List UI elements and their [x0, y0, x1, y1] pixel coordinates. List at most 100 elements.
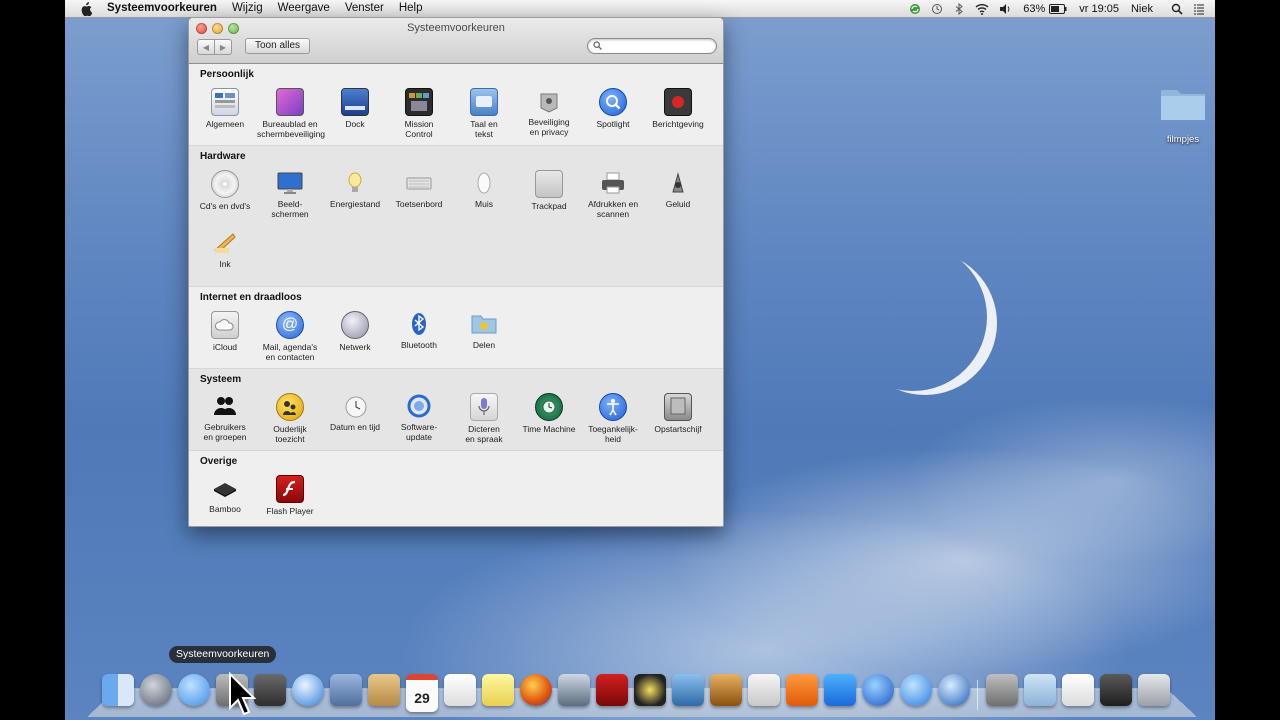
pane-beveiliging[interactable]: Beveiliging en privacy	[516, 88, 582, 137]
pane-toetsenbord[interactable]: Toetsenbord	[386, 170, 452, 209]
section-internet: Internet en draadloos iCloud @ Mail, age…	[189, 287, 723, 369]
wifi-icon[interactable]	[975, 3, 989, 15]
sync-icon[interactable]	[909, 3, 921, 15]
document-icon[interactable]	[1062, 674, 1094, 706]
desktop-folder[interactable]: filmpjes	[1155, 84, 1211, 145]
pane-muis[interactable]: Muis	[451, 170, 517, 209]
pane-energiestand[interactable]: Energiestand	[322, 170, 388, 209]
pane-ink[interactable]: Ink	[192, 230, 258, 269]
title-bar[interactable]: Systeemvoorkeuren ◀ ▶ Toon alles	[189, 18, 723, 64]
folder-icon[interactable]	[1024, 674, 1056, 706]
pane-netwerk[interactable]: Netwerk	[322, 311, 388, 352]
pane-dock[interactable]: Dock	[322, 88, 388, 129]
display-icon[interactable]	[1100, 674, 1132, 706]
displays-icon	[277, 170, 303, 196]
menu-wijzig[interactable]: Wijzig	[232, 0, 263, 17]
preview-icon[interactable]	[330, 674, 362, 706]
pane-mission-control[interactable]: Mission Control	[386, 88, 452, 139]
search-field[interactable]	[587, 38, 717, 54]
safari-icon[interactable]	[292, 674, 324, 706]
app-store-icon[interactable]	[900, 674, 932, 706]
reminders-icon[interactable]	[444, 674, 476, 706]
garageband-icon[interactable]	[710, 674, 742, 706]
contacts-icon[interactable]	[368, 674, 400, 706]
pane-trackpad[interactable]: Trackpad	[516, 170, 582, 211]
battery-icon[interactable]	[1049, 3, 1067, 15]
launchpad-icon[interactable]	[140, 674, 172, 706]
pane-time-machine[interactable]: Time Machine	[516, 393, 582, 434]
search-input[interactable]	[605, 39, 709, 53]
word-icon[interactable]	[824, 674, 856, 706]
pane-label: Flash Player	[266, 506, 314, 516]
section-overige: Overige Bamboo Flash Player	[189, 451, 723, 526]
menu-help[interactable]: Help	[399, 0, 423, 17]
apple-menu-icon[interactable]	[79, 1, 93, 16]
menu-app-name[interactable]: Systeemvoorkeuren	[107, 0, 217, 17]
pane-label: Mission Control	[404, 119, 434, 139]
pane-icloud[interactable]: iCloud	[192, 311, 258, 352]
pane-afdrukken[interactable]: Afdrukken en scannen	[580, 170, 646, 219]
iphoto-icon[interactable]	[672, 674, 704, 706]
photo-app-icon[interactable]	[596, 674, 628, 706]
pane-mail[interactable]: @ Mail, agenda's en contacten	[257, 311, 323, 362]
mouse-cursor-icon	[229, 672, 257, 716]
users-icon	[212, 393, 238, 419]
pane-label: Software- update	[400, 422, 438, 442]
show-all-button[interactable]: Toon alles	[245, 38, 311, 54]
forward-button[interactable]: ▶	[215, 39, 232, 55]
pane-label: Ouderlijk toezicht	[273, 424, 307, 444]
pane-bluetooth[interactable]: Bluetooth	[386, 311, 452, 350]
pane-label: Beveiliging en privacy	[528, 117, 570, 137]
startup-disk-icon	[664, 393, 692, 421]
pane-algemeen[interactable]: Algemeen	[192, 88, 258, 129]
trash-icon[interactable]	[1138, 674, 1170, 706]
pane-taal[interactable]: Taal en tekst	[451, 88, 517, 139]
pane-gebruikers[interactable]: Gebruikers en groepen	[192, 393, 258, 442]
volume-icon[interactable]	[999, 3, 1011, 15]
pane-ouderlijk[interactable]: Ouderlijk toezicht	[257, 393, 323, 444]
quicktime-icon[interactable]	[938, 674, 970, 706]
pane-spotlight[interactable]: Spotlight	[580, 88, 646, 129]
pane-berichtgeving[interactable]: Berichtgeving	[645, 88, 711, 129]
time-machine-status-icon[interactable]	[931, 3, 943, 15]
pane-beeldschermen[interactable]: Beeld- schermen	[257, 170, 323, 219]
photo-booth-icon[interactable]	[254, 674, 286, 706]
pane-opstartschijf[interactable]: Opstartschijf	[645, 393, 711, 434]
pane-geluid[interactable]: Geluid	[645, 170, 711, 209]
bluetooth-status-icon[interactable]	[953, 2, 965, 15]
calendar-icon[interactable]: 29	[406, 674, 438, 712]
pane-datum[interactable]: Datum en tijd	[322, 393, 388, 432]
pane-label: Muis	[475, 199, 493, 209]
pane-label: Geluid	[665, 199, 691, 209]
pages-icon[interactable]	[786, 674, 818, 706]
menu-weergave[interactable]: Weergave	[278, 0, 330, 17]
folder-photos-icon[interactable]	[986, 674, 1018, 706]
back-button[interactable]: ◀	[197, 39, 215, 55]
itunes-icon[interactable]	[862, 674, 894, 706]
pane-flash-player[interactable]: Flash Player	[257, 475, 323, 516]
finder-icon[interactable]	[102, 674, 134, 706]
facetime-icon[interactable]	[558, 674, 590, 706]
pane-dicteren[interactable]: Dicteren en spraak	[451, 393, 517, 444]
imovie-icon[interactable]	[634, 674, 666, 706]
notification-center-icon[interactable]	[1193, 3, 1205, 15]
user-name[interactable]: Niek	[1131, 3, 1153, 15]
keynote-icon[interactable]	[748, 674, 780, 706]
firefox-icon[interactable]	[520, 674, 552, 706]
pane-bamboo[interactable]: Bamboo	[192, 475, 258, 514]
messages-icon[interactable]	[178, 674, 210, 706]
notes-icon[interactable]	[482, 674, 514, 706]
section-title: Persoonlijk	[200, 69, 254, 80]
pane-toegankelijkheid[interactable]: Toegankelijk- heid	[580, 393, 646, 444]
pane-bureaublad[interactable]: Bureaublad en schermbeveiliging	[257, 88, 325, 139]
search-icon	[593, 41, 602, 50]
battery-percentage: 63%	[1023, 2, 1046, 15]
spotlight-menu-icon[interactable]	[1171, 3, 1183, 15]
bluetooth-icon	[406, 311, 432, 337]
pane-delen[interactable]: Delen	[451, 311, 517, 350]
pane-cd-dvd[interactable]: Cd's en dvd's	[192, 170, 258, 211]
menu-venster[interactable]: Venster	[345, 0, 384, 17]
clock[interactable]: vr 19:05	[1079, 3, 1119, 15]
pane-label: Bluetooth	[401, 340, 437, 350]
pane-software-update[interactable]: Software- update	[386, 393, 452, 442]
